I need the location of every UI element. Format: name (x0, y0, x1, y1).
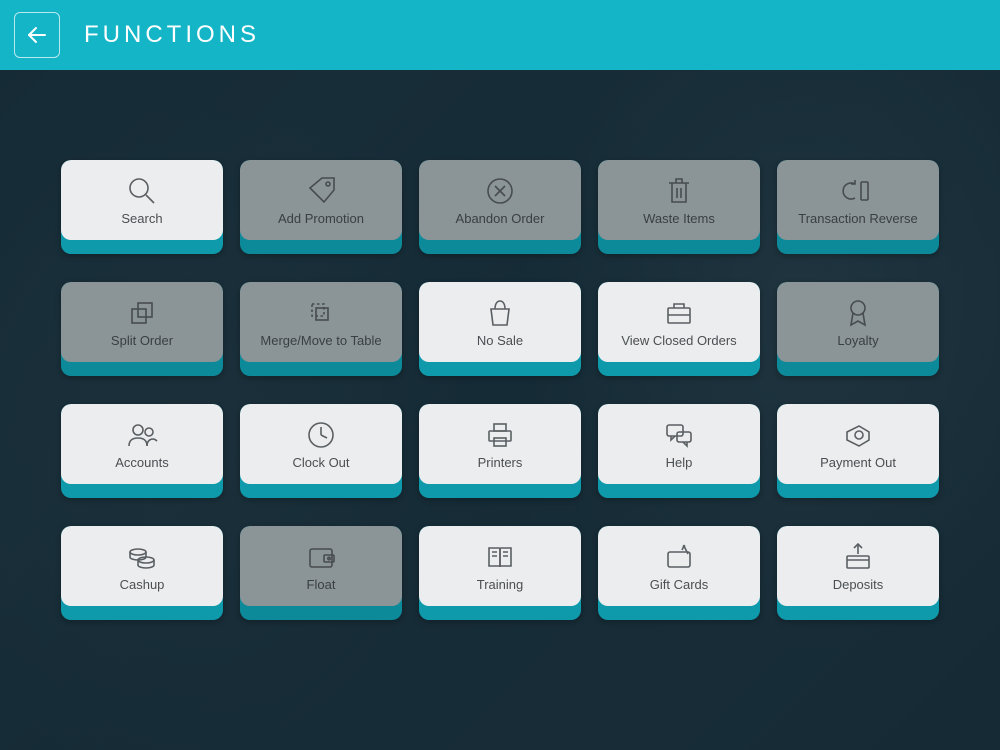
tile-accounts[interactable]: Accounts (61, 404, 223, 498)
tile-label: Loyalty (831, 334, 884, 348)
tile-label: Printers (472, 456, 529, 470)
tile-label: View Closed Orders (615, 334, 742, 348)
tile-label: Waste Items (637, 212, 721, 226)
tile-face: Deposits (777, 526, 939, 606)
tile-face: Cashup (61, 526, 223, 606)
tile-face: Waste Items (598, 160, 760, 240)
tile-clock-out[interactable]: Clock Out (240, 404, 402, 498)
tile-face: Payment Out (777, 404, 939, 484)
tile-merge-move[interactable]: Merge/Move to Table (240, 282, 402, 376)
arrow-left-icon (25, 23, 49, 47)
tile-label: Cashup (114, 578, 171, 592)
tile-abandon-order[interactable]: Abandon Order (419, 160, 581, 254)
tile-face: Printers (419, 404, 581, 484)
tile-training[interactable]: Training (419, 526, 581, 620)
tile-cashup[interactable]: Cashup (61, 526, 223, 620)
back-button[interactable] (14, 12, 60, 58)
page-title: FUNCTIONS (84, 21, 260, 49)
tile-label: Add Promotion (272, 212, 370, 226)
tile-label: Deposits (827, 578, 890, 592)
tile-face: View Closed Orders (598, 282, 760, 362)
tile-label: Transaction Reverse (792, 212, 923, 226)
tile-printers[interactable]: Printers (419, 404, 581, 498)
tile-label: No Sale (471, 334, 529, 348)
tile-label: Clock Out (286, 456, 355, 470)
tile-view-closed-orders[interactable]: View Closed Orders (598, 282, 760, 376)
tile-deposits[interactable]: Deposits (777, 526, 939, 620)
trash-icon (662, 174, 696, 208)
tile-face: Abandon Order (419, 160, 581, 240)
functions-grid: Search Add Promotion Abandon Order Waste… (0, 70, 1000, 620)
tile-label: Help (660, 456, 699, 470)
tile-face: Gift Cards (598, 526, 760, 606)
tile-label: Float (301, 578, 342, 592)
header-bar: FUNCTIONS (0, 0, 1000, 70)
ribbon-icon (841, 296, 875, 330)
clock-icon (304, 418, 338, 452)
tile-label: Search (115, 212, 168, 226)
wallet-icon (304, 540, 338, 574)
tile-face: Help (598, 404, 760, 484)
giftcard-icon (662, 540, 696, 574)
tile-add-promotion[interactable]: Add Promotion (240, 160, 402, 254)
tile-label: Split Order (105, 334, 179, 348)
tile-face: Clock Out (240, 404, 402, 484)
printer-icon (483, 418, 517, 452)
book-icon (483, 540, 517, 574)
tag-icon (304, 174, 338, 208)
tile-face: Loyalty (777, 282, 939, 362)
people-icon (125, 418, 159, 452)
payment-icon (841, 418, 875, 452)
tile-waste-items[interactable]: Waste Items (598, 160, 760, 254)
tile-float[interactable]: Float (240, 526, 402, 620)
tile-face: Search (61, 160, 223, 240)
tile-label: Payment Out (814, 456, 902, 470)
tile-face: No Sale (419, 282, 581, 362)
reverse-icon (841, 174, 875, 208)
merge-icon (304, 296, 338, 330)
tile-split-order[interactable]: Split Order (61, 282, 223, 376)
tile-search[interactable]: Search (61, 160, 223, 254)
circle-x-icon (483, 174, 517, 208)
tile-no-sale[interactable]: No Sale (419, 282, 581, 376)
deposit-icon (841, 540, 875, 574)
coins-icon (125, 540, 159, 574)
tile-face: Float (240, 526, 402, 606)
tile-label: Gift Cards (644, 578, 715, 592)
search-icon (125, 174, 159, 208)
tile-face: Accounts (61, 404, 223, 484)
tile-face: Transaction Reverse (777, 160, 939, 240)
tile-transaction-reverse[interactable]: Transaction Reverse (777, 160, 939, 254)
tile-face: Add Promotion (240, 160, 402, 240)
briefcase-icon (662, 296, 696, 330)
tile-label: Accounts (109, 456, 174, 470)
tile-gift-cards[interactable]: Gift Cards (598, 526, 760, 620)
chat-icon (662, 418, 696, 452)
tile-loyalty[interactable]: Loyalty (777, 282, 939, 376)
bag-icon (483, 296, 517, 330)
tile-payment-out[interactable]: Payment Out (777, 404, 939, 498)
tile-label: Training (471, 578, 529, 592)
tile-face: Merge/Move to Table (240, 282, 402, 362)
tile-label: Abandon Order (450, 212, 551, 226)
tile-label: Merge/Move to Table (254, 334, 387, 348)
tile-face: Split Order (61, 282, 223, 362)
split-icon (125, 296, 159, 330)
tile-help[interactable]: Help (598, 404, 760, 498)
tile-face: Training (419, 526, 581, 606)
